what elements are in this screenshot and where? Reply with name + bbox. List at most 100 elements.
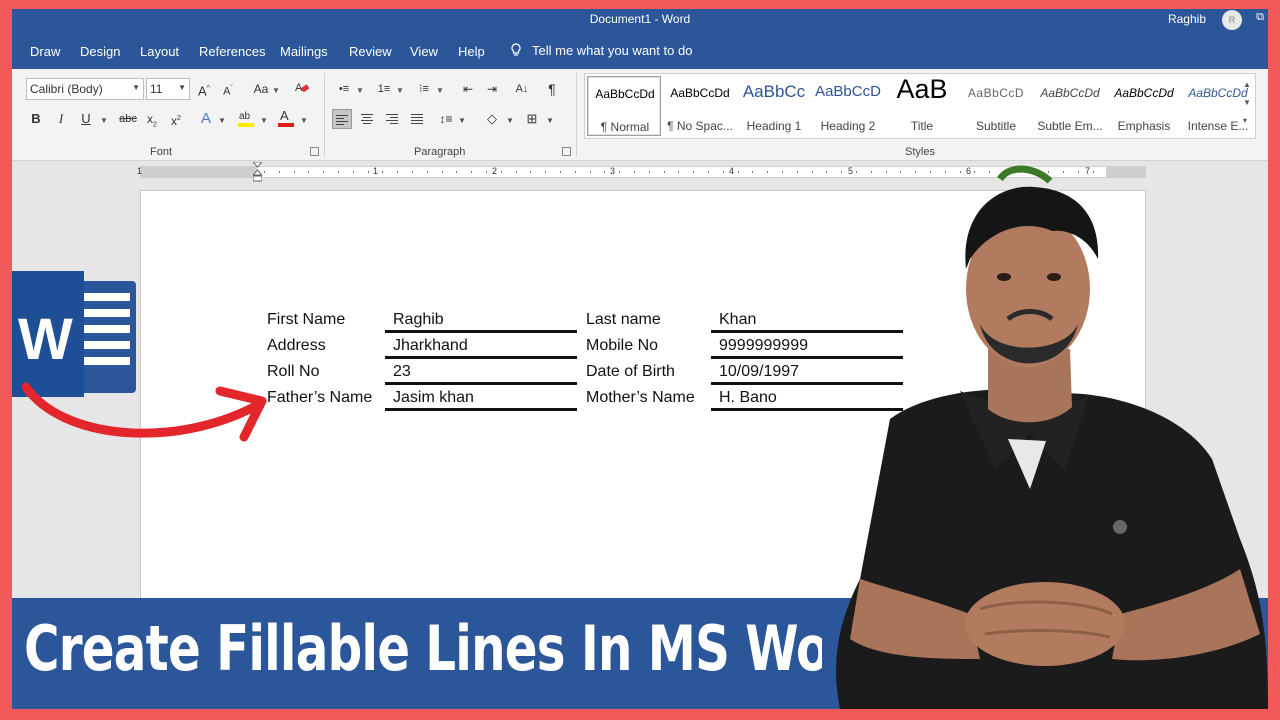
more-icon[interactable]: ▾: [1243, 116, 1253, 134]
font-name-combo[interactable]: Calibri (Body) ▼: [26, 78, 144, 100]
form-value[interactable]: Jharkhand: [393, 337, 468, 355]
align-right-button[interactable]: [382, 109, 402, 129]
ruler-tick: [648, 171, 650, 173]
tell-me-search[interactable]: Tell me what you want to do: [510, 43, 692, 58]
gallery-scroll[interactable]: ▲ ▼ ▾: [1243, 80, 1253, 134]
line-spacing-button[interactable]: ↕≡: [436, 109, 456, 129]
font-size-value: 11: [150, 82, 163, 96]
style-normal[interactable]: AaBbCcDd ¶ Normal: [587, 76, 661, 136]
shading-button[interactable]: ◇: [482, 109, 502, 129]
italic-button[interactable]: I: [51, 109, 71, 129]
font-name-value: Calibri (Body): [30, 82, 103, 96]
change-case-button[interactable]: Aa: [248, 79, 274, 99]
style-subtitle[interactable]: AaBbCcD Subtitle: [959, 74, 1033, 138]
form-value[interactable]: Jasim khan: [393, 389, 474, 407]
tab-view[interactable]: View: [410, 44, 438, 59]
eraser-icon: A: [295, 82, 310, 94]
chevron-up-icon[interactable]: ▲: [1243, 80, 1253, 98]
tab-layout[interactable]: Layout: [140, 44, 179, 59]
highlight-button[interactable]: ab: [236, 107, 256, 127]
ruler-tick: [693, 171, 695, 173]
thumbnail-frame: Document1 - Word Raghib R ⧉ Draw Design …: [0, 0, 1280, 720]
align-center-button[interactable]: [357, 109, 377, 129]
style-name: Emphasis: [1117, 119, 1171, 133]
ribbon-home: Calibri (Body) ▼ 11 ▼ A^ Aˇ Aa ▼ A B I U ▼…: [12, 69, 1268, 161]
ruler-tick: [500, 171, 502, 173]
form-value[interactable]: 10/09/1997: [719, 363, 799, 381]
justify-button[interactable]: [407, 109, 427, 129]
form-value[interactable]: Raghib: [393, 311, 444, 329]
form-value[interactable]: H. Bano: [719, 389, 777, 407]
indent-marker-icon[interactable]: [253, 162, 262, 182]
style-preview: AaBbCcD: [815, 83, 881, 100]
style-heading-1[interactable]: AaBbCc Heading 1: [737, 74, 811, 138]
lightbulb-icon: [511, 43, 521, 56]
style-title[interactable]: AaB Title: [885, 74, 959, 138]
font-group-label: Font: [150, 146, 173, 158]
justify-icon: [411, 112, 423, 126]
style-preview: AaBbCcDd: [595, 87, 655, 101]
ribbon-display-icon[interactable]: ⧉: [1252, 11, 1268, 27]
shrink-font-button[interactable]: Aˇ: [218, 79, 238, 99]
style-no-spacing[interactable]: AaBbCcDd ¶ No Spac...: [663, 74, 737, 138]
align-left-button[interactable]: [332, 109, 352, 129]
multilevel-list-button[interactable]: ⁝≡: [414, 79, 434, 99]
font-dialog-launcher-icon[interactable]: [310, 147, 319, 156]
chevron-down-icon: ▼: [546, 116, 554, 125]
group-divider: [324, 73, 325, 157]
title-bar: Document1 - Word Raghib R ⧉: [12, 9, 1268, 31]
ruler-tick: [767, 171, 769, 173]
chevron-down-icon[interactable]: ▼: [1243, 98, 1253, 116]
ruler-tick: [338, 171, 339, 173]
decrease-indent-button[interactable]: ⇤: [458, 79, 478, 99]
ruler-tick: [752, 171, 754, 173]
style-emphasis[interactable]: AaBbCcDd Emphasis: [1107, 74, 1181, 138]
paragraph-dialog-launcher-icon[interactable]: [562, 147, 571, 156]
sort-button[interactable]: A↓: [512, 79, 532, 99]
increase-indent-button[interactable]: ⇥: [482, 79, 502, 99]
subscript-button[interactable]: x2: [142, 109, 162, 129]
grow-font-button[interactable]: A^: [194, 79, 214, 99]
tab-references[interactable]: References: [199, 44, 265, 59]
ruler-number: 3: [610, 166, 616, 176]
presenter-photo: [836, 165, 1268, 709]
ribbon-tabs: Draw Design Layout References Mailings R…: [12, 31, 1268, 69]
group-divider: [576, 73, 577, 157]
form-value[interactable]: Khan: [719, 311, 756, 329]
tab-design[interactable]: Design: [80, 44, 120, 59]
bold-button[interactable]: B: [26, 109, 46, 129]
bullets-button[interactable]: •≡: [334, 79, 354, 99]
style-preview: AaBbCcD: [967, 86, 1025, 100]
strikethrough-button[interactable]: abc: [116, 109, 140, 129]
align-center-icon: [361, 112, 373, 126]
ruler-number: 2: [492, 166, 498, 176]
tab-draw[interactable]: Draw: [30, 44, 60, 59]
tab-mailings[interactable]: Mailings: [280, 44, 328, 59]
clear-formatting-button[interactable]: A: [292, 79, 312, 99]
tab-review[interactable]: Review: [349, 44, 392, 59]
style-subtle-emphasis[interactable]: AaBbCcDd Subtle Em...: [1033, 74, 1107, 138]
avatar[interactable]: R: [1222, 10, 1242, 30]
ruler-tick: [441, 171, 443, 173]
style-heading-2[interactable]: AaBbCcD Heading 2: [811, 74, 885, 138]
highlighter-icon: ab: [238, 111, 254, 127]
form-label: Date of Birth: [586, 363, 675, 380]
superscript-button[interactable]: x2: [166, 109, 186, 129]
font-size-combo[interactable]: 11 ▼: [146, 78, 190, 100]
ruler-tick: [515, 171, 517, 173]
underline-button[interactable]: U: [76, 109, 96, 129]
user-name[interactable]: Raghib: [1168, 12, 1206, 26]
ruler-tick: [560, 171, 561, 173]
numbering-button[interactable]: 1≡: [374, 79, 394, 99]
tab-help[interactable]: Help: [458, 44, 485, 59]
borders-button[interactable]: ⊞: [522, 109, 542, 129]
font-color-button[interactable]: A: [276, 107, 296, 127]
style-name: ¶ Normal: [600, 120, 650, 134]
show-formatting-button[interactable]: ¶: [542, 79, 562, 99]
form-value[interactable]: 23: [393, 363, 411, 381]
ruler-tick: [367, 171, 369, 173]
text-effects-button[interactable]: A: [196, 109, 216, 129]
ruler-number: 4: [729, 166, 735, 176]
ruler-tick: [471, 171, 473, 173]
form-value[interactable]: 9999999999: [719, 337, 808, 355]
